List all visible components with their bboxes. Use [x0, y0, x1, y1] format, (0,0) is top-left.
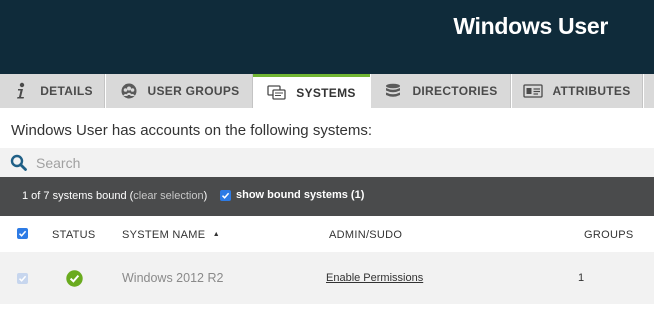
row-checkbox[interactable] — [17, 273, 28, 284]
tab-label: DETAILS — [40, 84, 93, 98]
attributes-icon — [523, 82, 544, 100]
page-title: Windows User — [453, 13, 608, 39]
table-row[interactable]: Windows 2012 R2 Enable Permissions 1 — [0, 252, 654, 304]
column-admin-sudo[interactable]: ADMIN/SUDO — [329, 229, 402, 241]
page-header: Windows User — [0, 0, 654, 74]
column-system-name-label: SYSTEM NAME — [122, 229, 206, 241]
clear-selection-link[interactable]: clear selection — [133, 190, 203, 202]
tab-label: SYSTEMS — [296, 85, 356, 100]
bound-count-close: ) — [203, 190, 208, 202]
tab-directories[interactable]: DIRECTORIES — [371, 74, 511, 108]
tab-bar: DETAILS USER GROUPS SYSTEMS DIRECTORIES … — [0, 74, 654, 108]
tab-label: USER GROUPS — [147, 84, 240, 98]
sort-ascending-icon: ▲ — [212, 231, 220, 238]
systems-description: Windows User has accounts on the followi… — [11, 122, 372, 139]
user-groups-icon — [119, 82, 139, 100]
column-groups[interactable]: GROUPS — [584, 229, 633, 241]
status-online-icon — [66, 270, 83, 290]
column-status[interactable]: STATUS — [52, 229, 96, 241]
directories-icon — [383, 82, 403, 100]
tab-systems[interactable]: SYSTEMS — [253, 74, 370, 108]
search-input[interactable] — [36, 154, 536, 171]
system-name[interactable]: Windows 2012 R2 — [122, 271, 223, 285]
bound-systems-bar: 1 of 7 systems bound (clear selection) s… — [0, 177, 654, 216]
tab-overflow — [644, 74, 654, 108]
bound-count: 1 of 7 systems bound (clear selection) — [22, 190, 207, 202]
show-bound-toggle[interactable]: show bound systems (1) — [220, 189, 364, 201]
tab-attributes[interactable]: ATTRIBUTES — [512, 74, 643, 108]
groups-count: 1 — [578, 272, 585, 284]
info-icon — [11, 82, 31, 100]
systems-icon — [267, 84, 287, 102]
tab-user-groups[interactable]: USER GROUPS — [106, 74, 253, 108]
select-all-checkbox[interactable] — [17, 228, 28, 239]
search-bar — [0, 148, 654, 177]
enable-permissions-link[interactable]: Enable Permissions — [326, 272, 423, 284]
search-icon — [10, 154, 28, 172]
table-header: STATUS SYSTEM NAME ▲ ADMIN/SUDO GROUPS — [0, 216, 654, 252]
show-bound-checkbox[interactable] — [220, 189, 231, 201]
table-bottom — [0, 304, 654, 318]
column-system-name[interactable]: SYSTEM NAME ▲ — [122, 229, 220, 241]
tab-label: DIRECTORIES — [412, 84, 498, 98]
show-bound-label: show bound systems (1) — [236, 189, 365, 201]
tab-details[interactable]: DETAILS — [0, 74, 105, 108]
tab-label: ATTRIBUTES — [552, 84, 631, 98]
bound-count-text: 1 of 7 systems bound ( — [22, 190, 134, 202]
